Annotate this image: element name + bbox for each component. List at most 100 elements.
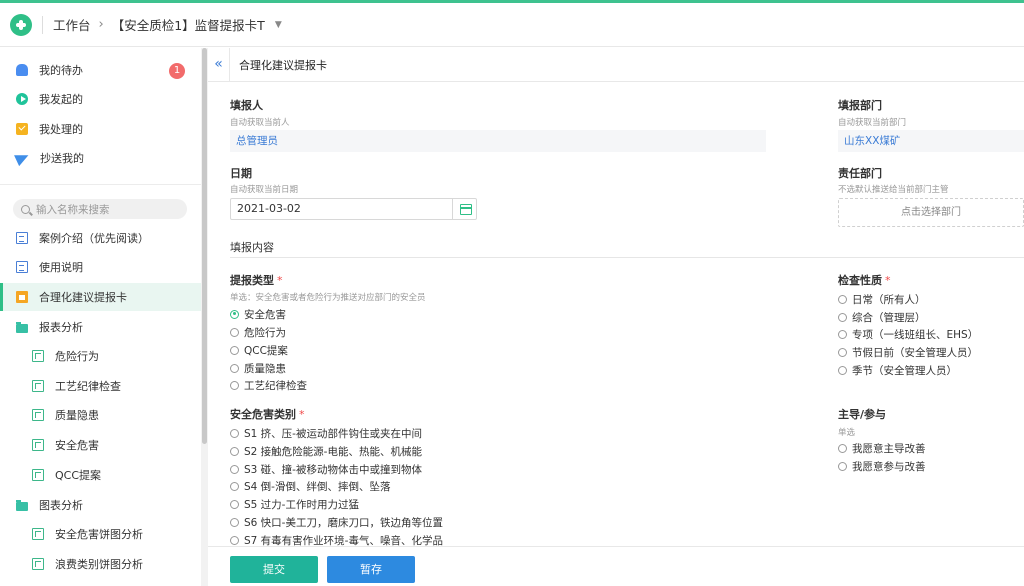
document-icon	[16, 232, 28, 244]
sidebar-item-suggestion-card[interactable]: 合理化建议提报卡	[0, 283, 201, 311]
app-logo-icon[interactable]	[10, 13, 32, 36]
radio-label: S6 快口-美工刀，磨床刀口，铁边角等位置	[244, 516, 443, 529]
radio-inspect-nature-4[interactable]: 季节（安全管理人员）	[838, 362, 957, 378]
radio-dot	[230, 363, 239, 373]
caret-down-icon[interactable]: ▼	[275, 20, 282, 30]
radio-report-type-1[interactable]: 危险行为	[230, 324, 286, 340]
radio-hazard-0[interactable]: S1 挤、压-被运动部件钩住或夹在中间	[230, 425, 422, 441]
lead-hint: 单选	[838, 428, 856, 438]
radio-report-type-3[interactable]: 质量隐患	[230, 360, 286, 376]
radio-dot	[230, 464, 239, 474]
radio-inspect-nature-2[interactable]: 专项（一线班组长、EHS）	[838, 326, 978, 342]
checkbox-icon	[16, 123, 28, 135]
sidebar-item-dangerous-behavior[interactable]: 危险行为	[0, 342, 201, 370]
sidebar-item-label: 案例介绍（优先阅读）	[39, 232, 149, 245]
main-header: « 合理化建议提报卡	[208, 47, 1024, 82]
radio-report-type-4[interactable]: 工艺纪律检查	[230, 377, 307, 393]
section-title: 填报内容	[230, 241, 274, 254]
select-dept-button[interactable]: 点击选择部门	[838, 198, 1024, 227]
sidebar-item-initiated[interactable]: 我发起的	[0, 85, 201, 113]
date-label: 日期	[230, 167, 252, 180]
radio-hazard-1[interactable]: S2 接触危险能源-电能、热能、机械能	[230, 443, 422, 459]
sidebar-item-waste-pie[interactable]: 浪费类别饼图分析	[0, 550, 201, 578]
form-footer: 提交 暂存	[208, 546, 1024, 586]
sidebar-search-input[interactable]: 输入名称来搜索	[13, 199, 187, 219]
sidebar-item-quality-hazard[interactable]: 质量隐患	[0, 401, 201, 429]
radio-label: 工艺纪律检查	[244, 379, 307, 392]
resp-dept-label: 责任部门	[838, 167, 882, 180]
radio-inspect-nature-3[interactable]: 节假日前（安全管理人员）	[838, 344, 978, 360]
document-icon	[16, 261, 28, 273]
sidebar-item-safety-hazard[interactable]: 安全危害	[0, 431, 201, 459]
radio-dot	[838, 329, 847, 339]
radio-hazard-5[interactable]: S6 快口-美工刀，磨床刀口，铁边角等位置	[230, 514, 443, 530]
date-value: 2021-03-02	[237, 202, 301, 215]
radio-report-type-2[interactable]: QCC提案	[230, 342, 288, 358]
sidebar-item-manual[interactable]: 使用说明	[0, 253, 201, 281]
sidebar-item-qcc[interactable]: QCC提案	[0, 461, 201, 489]
radio-dot	[838, 347, 847, 357]
sidebar-scroll-thumb[interactable]	[202, 48, 207, 444]
sidebar: 我的待办 1 我发起的 我处理的 抄送我的 输入名称来搜索 案例介绍（优先阅读）…	[0, 48, 201, 586]
folder-icon	[16, 321, 28, 333]
search-placeholder: 输入名称来搜索	[36, 203, 110, 216]
radio-dot	[838, 443, 847, 453]
sidebar-item-label: 质量隐患	[55, 409, 99, 422]
dept-label: 填报部门	[838, 99, 882, 112]
send-icon	[14, 149, 31, 167]
radio-label: QCC提案	[244, 344, 288, 357]
radio-hazard-4[interactable]: S5 过力-工作时用力过猛	[230, 496, 359, 512]
hazard-category-label-text: 安全危害类别	[230, 408, 296, 421]
app-header: 工作台 › 【安全质检1】监督提报卡T ▼	[0, 3, 1024, 47]
sidebar-item-label: 报表分析	[39, 321, 83, 334]
sidebar-item-label: 我发起的	[39, 93, 83, 106]
sidebar-item-process-discipline[interactable]: 工艺纪律检查	[0, 372, 201, 400]
collapse-sidebar-icon[interactable]: «	[208, 47, 230, 82]
radio-dot	[230, 309, 239, 319]
sidebar-item-hazard-pie[interactable]: 安全危害饼图分析	[0, 520, 201, 548]
clipboard-icon	[16, 291, 28, 303]
sidebar-item-label: 抄送我的	[40, 152, 84, 165]
sidebar-item-todo[interactable]: 我的待办 1	[0, 56, 201, 84]
breadcrumb-workbench[interactable]: 工作台	[53, 15, 91, 34]
radio-lead-0[interactable]: 我愿意主导改善	[838, 440, 926, 456]
calendar-icon[interactable]	[452, 199, 476, 219]
reporter-hint: 自动获取当前人	[230, 118, 290, 128]
radio-label: 日常（所有人）	[852, 293, 926, 306]
sidebar-group-report-analysis[interactable]: 报表分析	[0, 313, 201, 341]
radio-hazard-2[interactable]: S3 碰、撞-被移动物体击中或撞到物体	[230, 461, 422, 477]
sidebar-item-label: QCC提案	[55, 469, 102, 482]
save-draft-button[interactable]: 暂存	[327, 556, 415, 583]
inspect-nature-label: 检查性质 *	[838, 272, 891, 288]
radio-report-type-0[interactable]: 安全危害	[230, 306, 286, 322]
radio-label: S5 过力-工作时用力过猛	[244, 498, 359, 511]
sidebar-item-cc[interactable]: 抄送我的	[0, 144, 201, 172]
play-circle-icon	[16, 93, 28, 105]
breadcrumb-form-name[interactable]: 【安全质检1】监督提报卡T	[112, 15, 265, 34]
radio-dot	[230, 380, 239, 390]
radio-label: S2 接触危险能源-电能、热能、机械能	[244, 445, 422, 458]
date-input[interactable]: 2021-03-02	[230, 198, 477, 220]
sheet-icon	[32, 439, 44, 451]
radio-inspect-nature-0[interactable]: 日常（所有人）	[838, 291, 926, 307]
sidebar-item-label: 合理化建议提报卡	[39, 291, 127, 304]
radio-lead-1[interactable]: 我愿意参与改善	[838, 458, 926, 474]
report-type-label-text: 提报类型	[230, 274, 274, 287]
radio-dot	[838, 365, 847, 375]
todo-count-badge: 1	[169, 63, 185, 79]
sidebar-item-case-intro[interactable]: 案例介绍（优先阅读）	[0, 224, 201, 252]
sidebar-item-label: 工艺纪律检查	[55, 380, 121, 393]
radio-inspect-nature-1[interactable]: 综合（管理层）	[838, 309, 926, 325]
radio-label: 综合（管理层）	[852, 311, 926, 324]
radio-dot	[230, 428, 239, 438]
radio-dot	[230, 481, 239, 491]
reporter-field: 总管理员	[230, 130, 766, 152]
radio-hazard-3[interactable]: S4 倒-滑倒、绊倒、摔倒、坠落	[230, 478, 390, 494]
resp-dept-hint: 不选默认推送给当前部门主管	[838, 185, 949, 195]
dept-field: 山东XX煤矿	[838, 130, 1024, 152]
radio-label: 危险行为	[244, 326, 286, 339]
submit-button[interactable]: 提交	[230, 556, 318, 583]
sidebar-group-chart-analysis[interactable]: 图表分析	[0, 491, 201, 519]
sidebar-item-label: 我的待办	[39, 64, 83, 77]
sidebar-item-handled[interactable]: 我处理的	[0, 115, 201, 143]
